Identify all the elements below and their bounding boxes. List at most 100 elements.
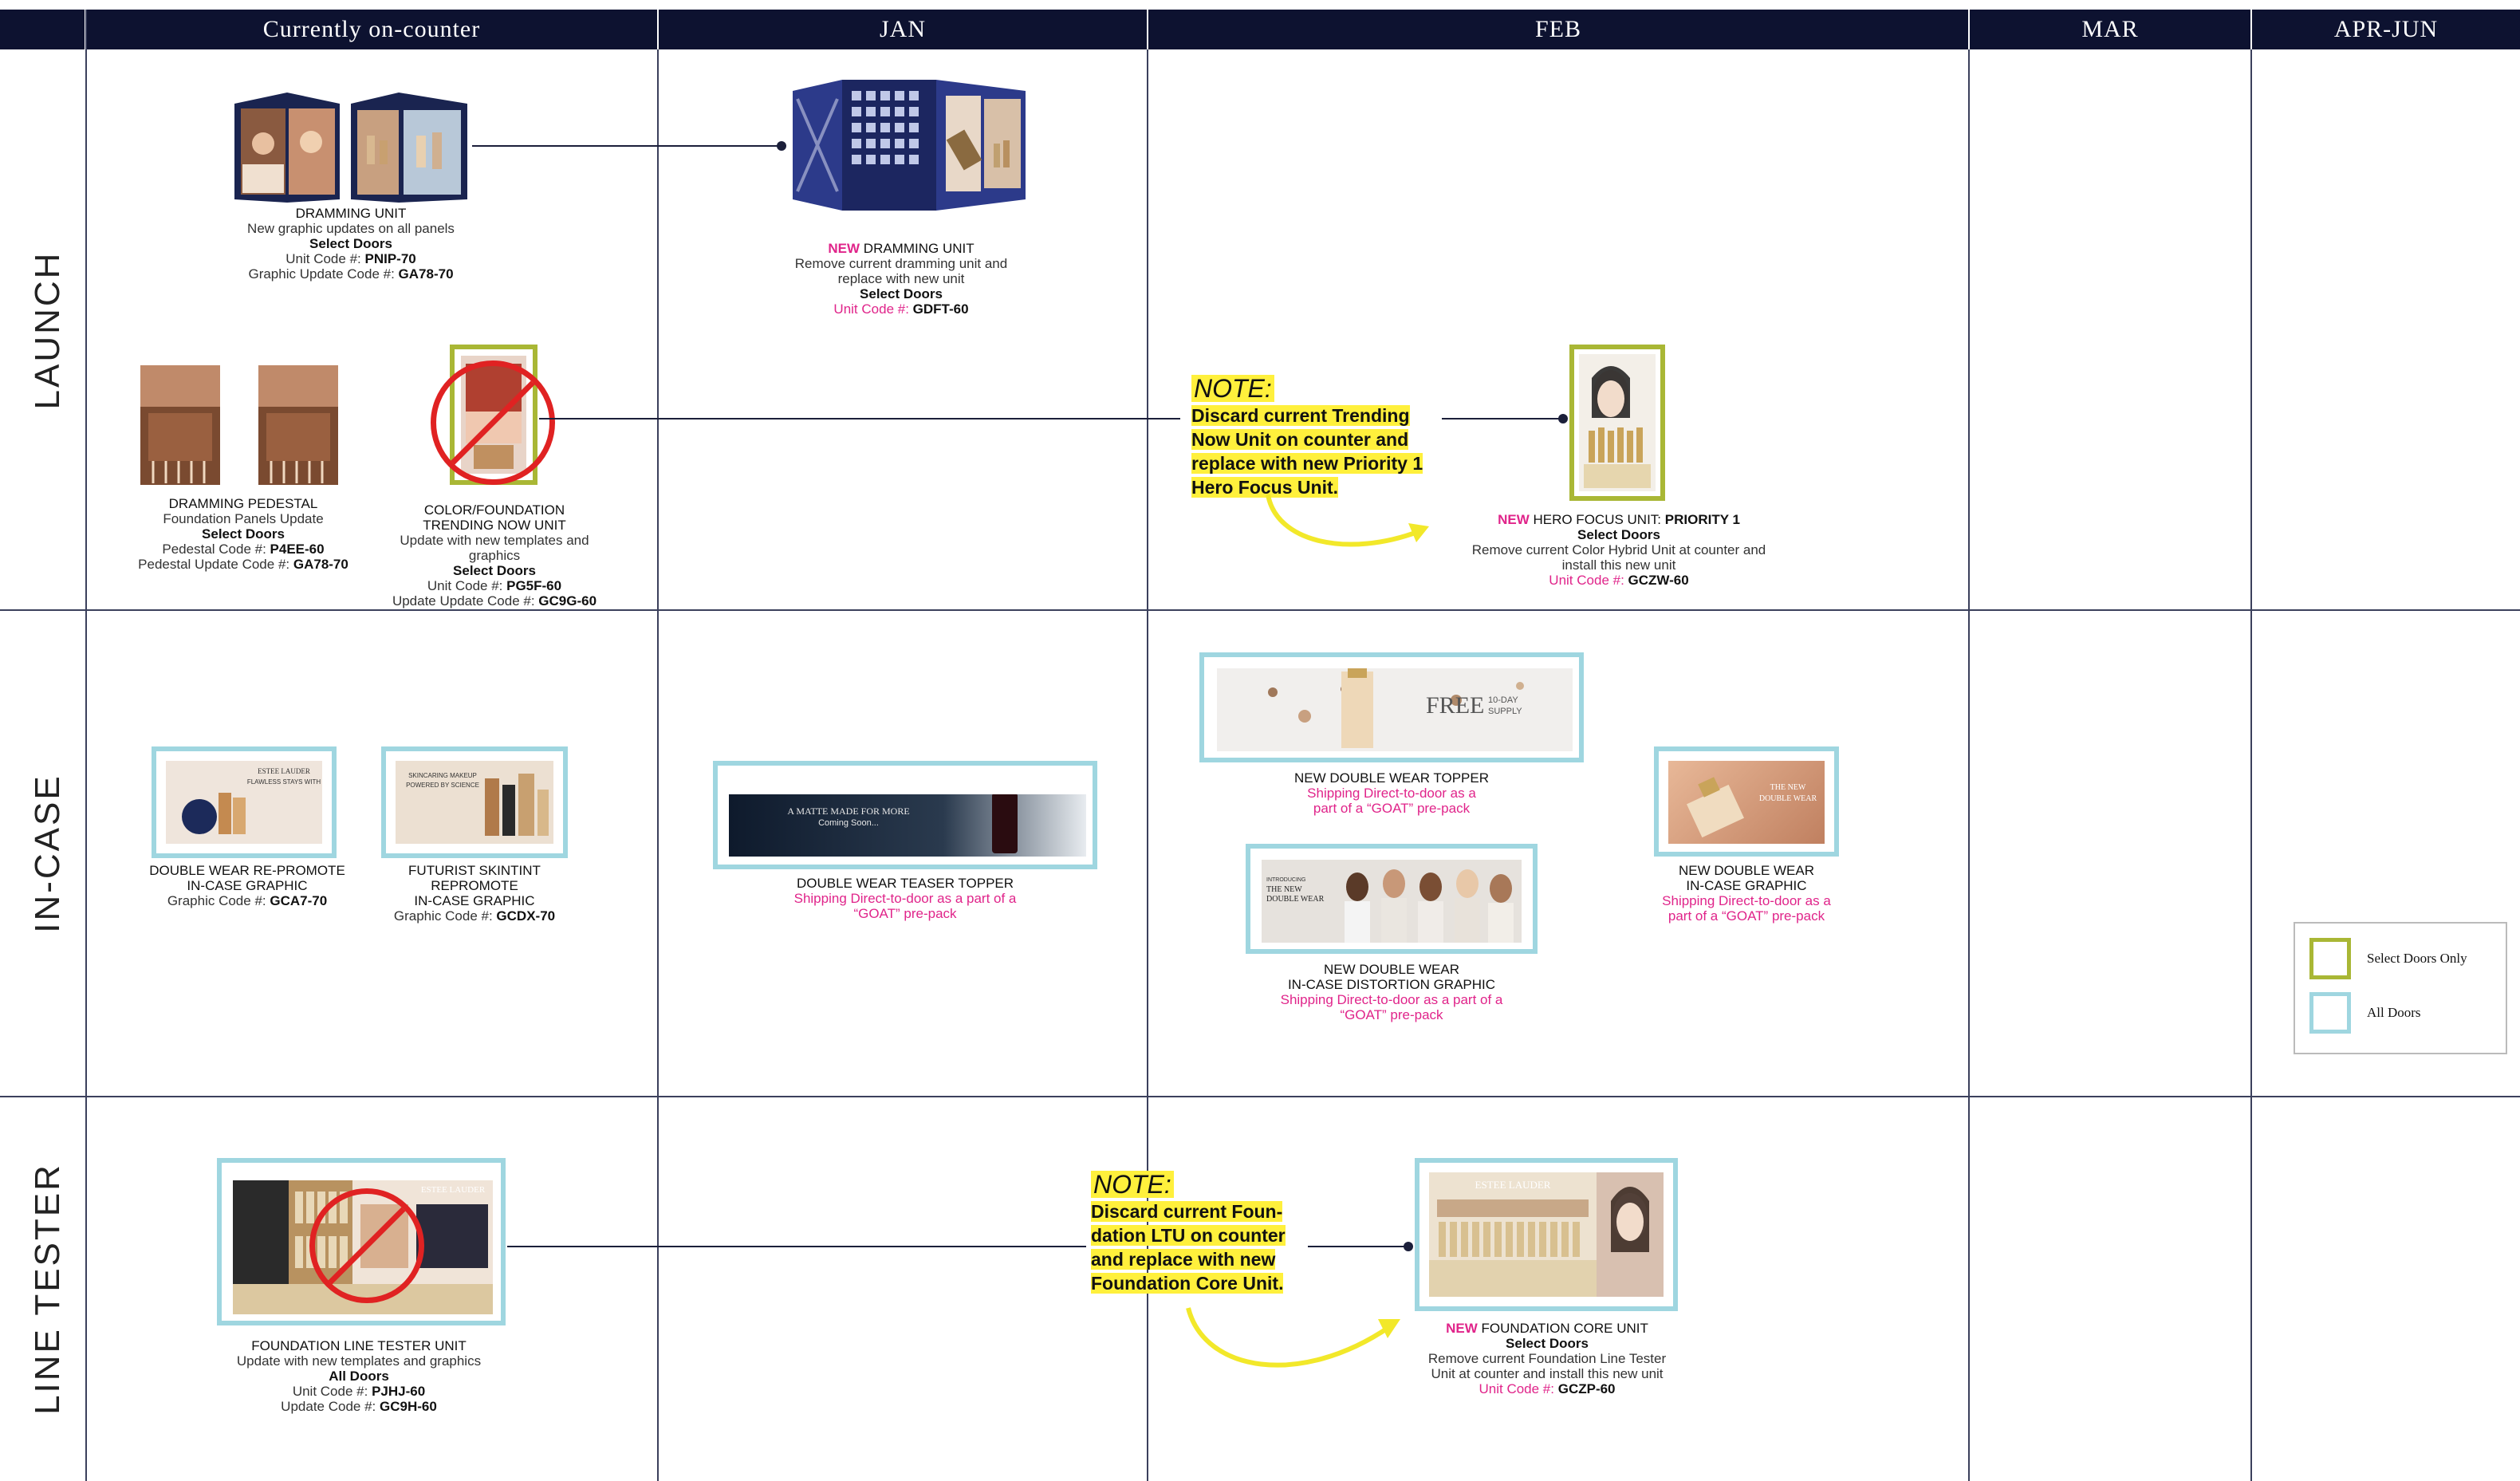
core-unit-desc2: Unit at counter and install this new uni…: [1431, 1366, 1664, 1381]
fltu-update-code: GC9H-60: [380, 1399, 437, 1414]
trending-now-title1: COLOR/FOUNDATION: [423, 502, 565, 518]
new-dramming-unit-title-text: DRAMMING UNIT: [860, 241, 975, 256]
header-col-current: Currently on-counter: [86, 10, 657, 49]
dw-repromote-frame: ESTEE LAUDER FLAWLESS STAYS WITH: [152, 746, 337, 858]
trending-now-update-label: Update Update Code #:: [392, 593, 535, 609]
hero-focus-priority: PRIORITY 1: [1664, 512, 1740, 527]
dw-topper-free: FREE: [1426, 692, 1485, 719]
trending-now-title2: TRENDING NOW UNIT: [423, 518, 566, 533]
futurist-img-line2: POWERED BY SCIENCE: [406, 782, 479, 789]
fltu-code-line: Unit Code #: PJHJ-60: [215, 1384, 502, 1399]
trending-now-caption: COLOR/FOUNDATION TRENDING NOW UNIT Updat…: [375, 502, 614, 609]
note-arrow-icon: [1266, 494, 1429, 547]
dw-distortion-img-line2: THE NEW: [1266, 885, 1302, 894]
teaser-topper-image: A MATTE MADE FOR MORE Coming Soon...: [729, 794, 1086, 857]
dw-distortion-title2: IN-CASE DISTORTION GRAPHIC: [1287, 977, 1496, 992]
grid-line: [85, 10, 87, 1481]
connector-dot: [777, 141, 786, 151]
new-badge: NEW: [1446, 1321, 1478, 1336]
trending-now-desc1: Update with new templates and: [400, 533, 589, 548]
dw-incase-img-line1: THE NEW: [1770, 783, 1806, 792]
futurist-title2: REPROMOTE: [431, 878, 518, 893]
grid-line: [657, 49, 659, 1481]
dramming-pedestal-title: DRAMMING PEDESTAL: [168, 496, 318, 511]
connector-line: [1442, 418, 1561, 419]
trending-now-desc2: graphics: [468, 548, 521, 563]
dramming-unit-graphic-code: GA78-70: [398, 266, 454, 282]
new-badge: NEW: [1498, 512, 1530, 527]
dramming-pedestal-update-line: Pedestal Update Code #: GA78-70: [120, 557, 367, 572]
note-line: Discard current Foun-: [1091, 1201, 1283, 1222]
dw-topper-supply2: SUPPLY: [1488, 707, 1522, 716]
connector-dot: [1404, 1242, 1413, 1251]
core-unit-img-brand: ESTEE LAUDER: [1475, 1179, 1551, 1191]
fltu-title: FOUNDATION LINE TESTER UNIT: [251, 1338, 467, 1353]
note-line: Foundation Core Unit.: [1091, 1273, 1284, 1294]
dw-repromote-code-label: Graphic Code #:: [167, 893, 266, 908]
teaser-topper-frame: A MATTE MADE FOR MORE Coming Soon...: [713, 761, 1097, 869]
hero-focus-code-label: Unit Code #:: [1549, 573, 1624, 588]
header-col-feb: FEB: [1148, 10, 1968, 49]
dw-distortion-title1: NEW DOUBLE WEAR: [1323, 962, 1460, 977]
dw-distortion-ship2: “GOAT” pre-pack: [1340, 1007, 1443, 1022]
legend-item-all-doors: All Doors: [2309, 992, 2421, 1034]
new-dramming-unit-image: [789, 72, 1029, 215]
row-label-launch: LAUNCH: [28, 250, 67, 410]
teaser-topper-ship2: “GOAT” pre-pack: [853, 906, 957, 921]
futurist-code: GCDX-70: [496, 908, 556, 924]
hero-focus-title-text: HERO FOCUS UNIT:: [1529, 512, 1665, 527]
dw-incase-title2: IN-CASE GRAPHIC: [1686, 878, 1807, 893]
core-unit-code-line: Unit Code #: GCZP-60: [1404, 1381, 1691, 1396]
connector-line: [507, 1246, 1086, 1247]
futurist-frame: SKINCARING MAKEUP POWERED BY SCIENCE: [381, 746, 568, 858]
new-dramming-unit-title: NEW DRAMMING UNIT: [766, 241, 1037, 256]
header-col-jan: JAN: [659, 10, 1147, 49]
dramming-pedestal-desc: Foundation Panels Update: [163, 511, 324, 526]
note-line: replace with new Priority 1: [1191, 453, 1423, 474]
new-dramming-unit-desc1: Remove current dramming unit and: [794, 256, 1008, 271]
futurist-title1: FUTURIST SKINTINT: [408, 863, 541, 878]
dw-repromote-img-tagline: FLAWLESS STAYS WITH: [246, 778, 321, 786]
dw-incase-img-line2: DOUBLE WEAR: [1758, 794, 1817, 803]
dw-incase-title1: NEW DOUBLE WEAR: [1678, 863, 1815, 878]
dramming-unit-image: [231, 88, 471, 203]
trending-now-update-line: Update Update Code #: GC9G-60: [375, 593, 614, 609]
dw-topper-frame: FREE 10-DAY SUPPLY: [1199, 652, 1584, 762]
dw-distortion-image: INTRODUCING THE NEW DOUBLE WEAR: [1262, 860, 1522, 943]
no-sign-icon: [431, 360, 555, 485]
dramming-unit-graphic-label: Graphic Update Code #:: [248, 266, 395, 282]
dramming-pedestal-caption: DRAMMING PEDESTAL Foundation Panels Upda…: [120, 496, 367, 572]
note-line: Discard current Trending: [1191, 405, 1410, 426]
hero-focus-desc2: install this new unit: [1561, 557, 1676, 573]
dw-distortion-caption: NEW DOUBLE WEAR IN-CASE DISTORTION GRAPH…: [1244, 962, 1539, 1022]
note-line: Now Unit on counter and: [1191, 429, 1409, 450]
no-sign-icon: [309, 1188, 424, 1303]
note-body: Discard current Foun- dation LTU on coun…: [1091, 1199, 1322, 1295]
teaser-img-line2: Coming Soon...: [818, 818, 879, 828]
trending-now-update-code: GC9G-60: [538, 593, 597, 609]
dw-topper-title: NEW DOUBLE WEAR TOPPER: [1293, 770, 1490, 786]
grid-line: [0, 609, 2520, 611]
core-unit-code: GCZP-60: [1557, 1381, 1616, 1396]
dw-incase-image: THE NEW DOUBLE WEAR: [1668, 761, 1825, 844]
connector-line: [539, 418, 1180, 419]
new-dramming-unit-desc2: replace with new unit: [837, 271, 965, 286]
dramming-pedestal-code-label: Pedestal Code #:: [162, 542, 266, 557]
dramming-pedestal-update-label: Pedestal Update Code #:: [138, 557, 290, 572]
dw-repromote-code: GCA7-70: [270, 893, 328, 908]
dramming-unit-desc: New graphic updates on all panels: [247, 221, 455, 236]
trending-now-code-line: Unit Code #: PG5F-60: [375, 578, 614, 593]
fltu-update-label: Update Code #:: [281, 1399, 376, 1414]
teaser-topper-caption: DOUBLE WEAR TEASER TOPPER Shipping Direc…: [766, 876, 1045, 921]
dw-topper-ship1: Shipping Direct-to-door as a: [1307, 786, 1476, 801]
dw-distortion-img-line3: DOUBLE WEAR: [1266, 895, 1325, 904]
hero-focus-code-line: Unit Code #: GCZW-60: [1443, 573, 1794, 588]
dw-distortion-frame: INTRODUCING THE NEW DOUBLE WEAR: [1246, 844, 1538, 954]
dw-topper-image: FREE 10-DAY SUPPLY: [1217, 668, 1573, 751]
dw-repromote-title1: DOUBLE WEAR RE-PROMOTE: [149, 863, 345, 878]
hero-focus-frame: [1569, 345, 1665, 501]
legend: Select Doors Only All Doors: [2294, 922, 2507, 1054]
dramming-pedestal-image: [136, 357, 343, 486]
grid-line: [1968, 49, 1970, 1481]
fltu-doors: All Doors: [329, 1369, 389, 1384]
